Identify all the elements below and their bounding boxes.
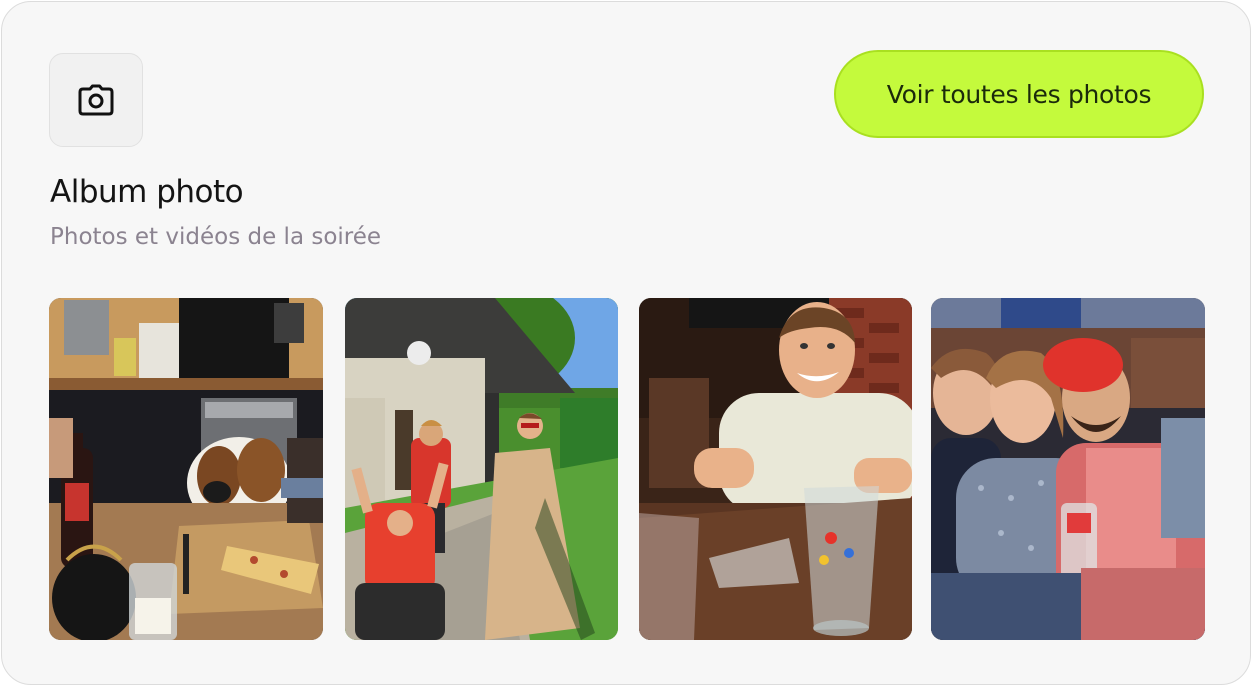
album-photo-4[interactable] <box>931 298 1205 640</box>
album-photo-1[interactable] <box>49 298 323 640</box>
photo-album-card: Album photo Photos et vidéos de la soiré… <box>1 1 1251 685</box>
album-photo-2[interactable] <box>345 298 618 640</box>
album-subtitle: Photos et vidéos de la soirée <box>50 224 382 250</box>
album-photo-3[interactable] <box>639 298 912 640</box>
camera-icon-tile <box>49 53 143 147</box>
view-all-photos-button[interactable]: Voir toutes les photos <box>834 50 1204 138</box>
camera-icon <box>78 84 114 116</box>
album-title: Album photo <box>50 174 244 210</box>
